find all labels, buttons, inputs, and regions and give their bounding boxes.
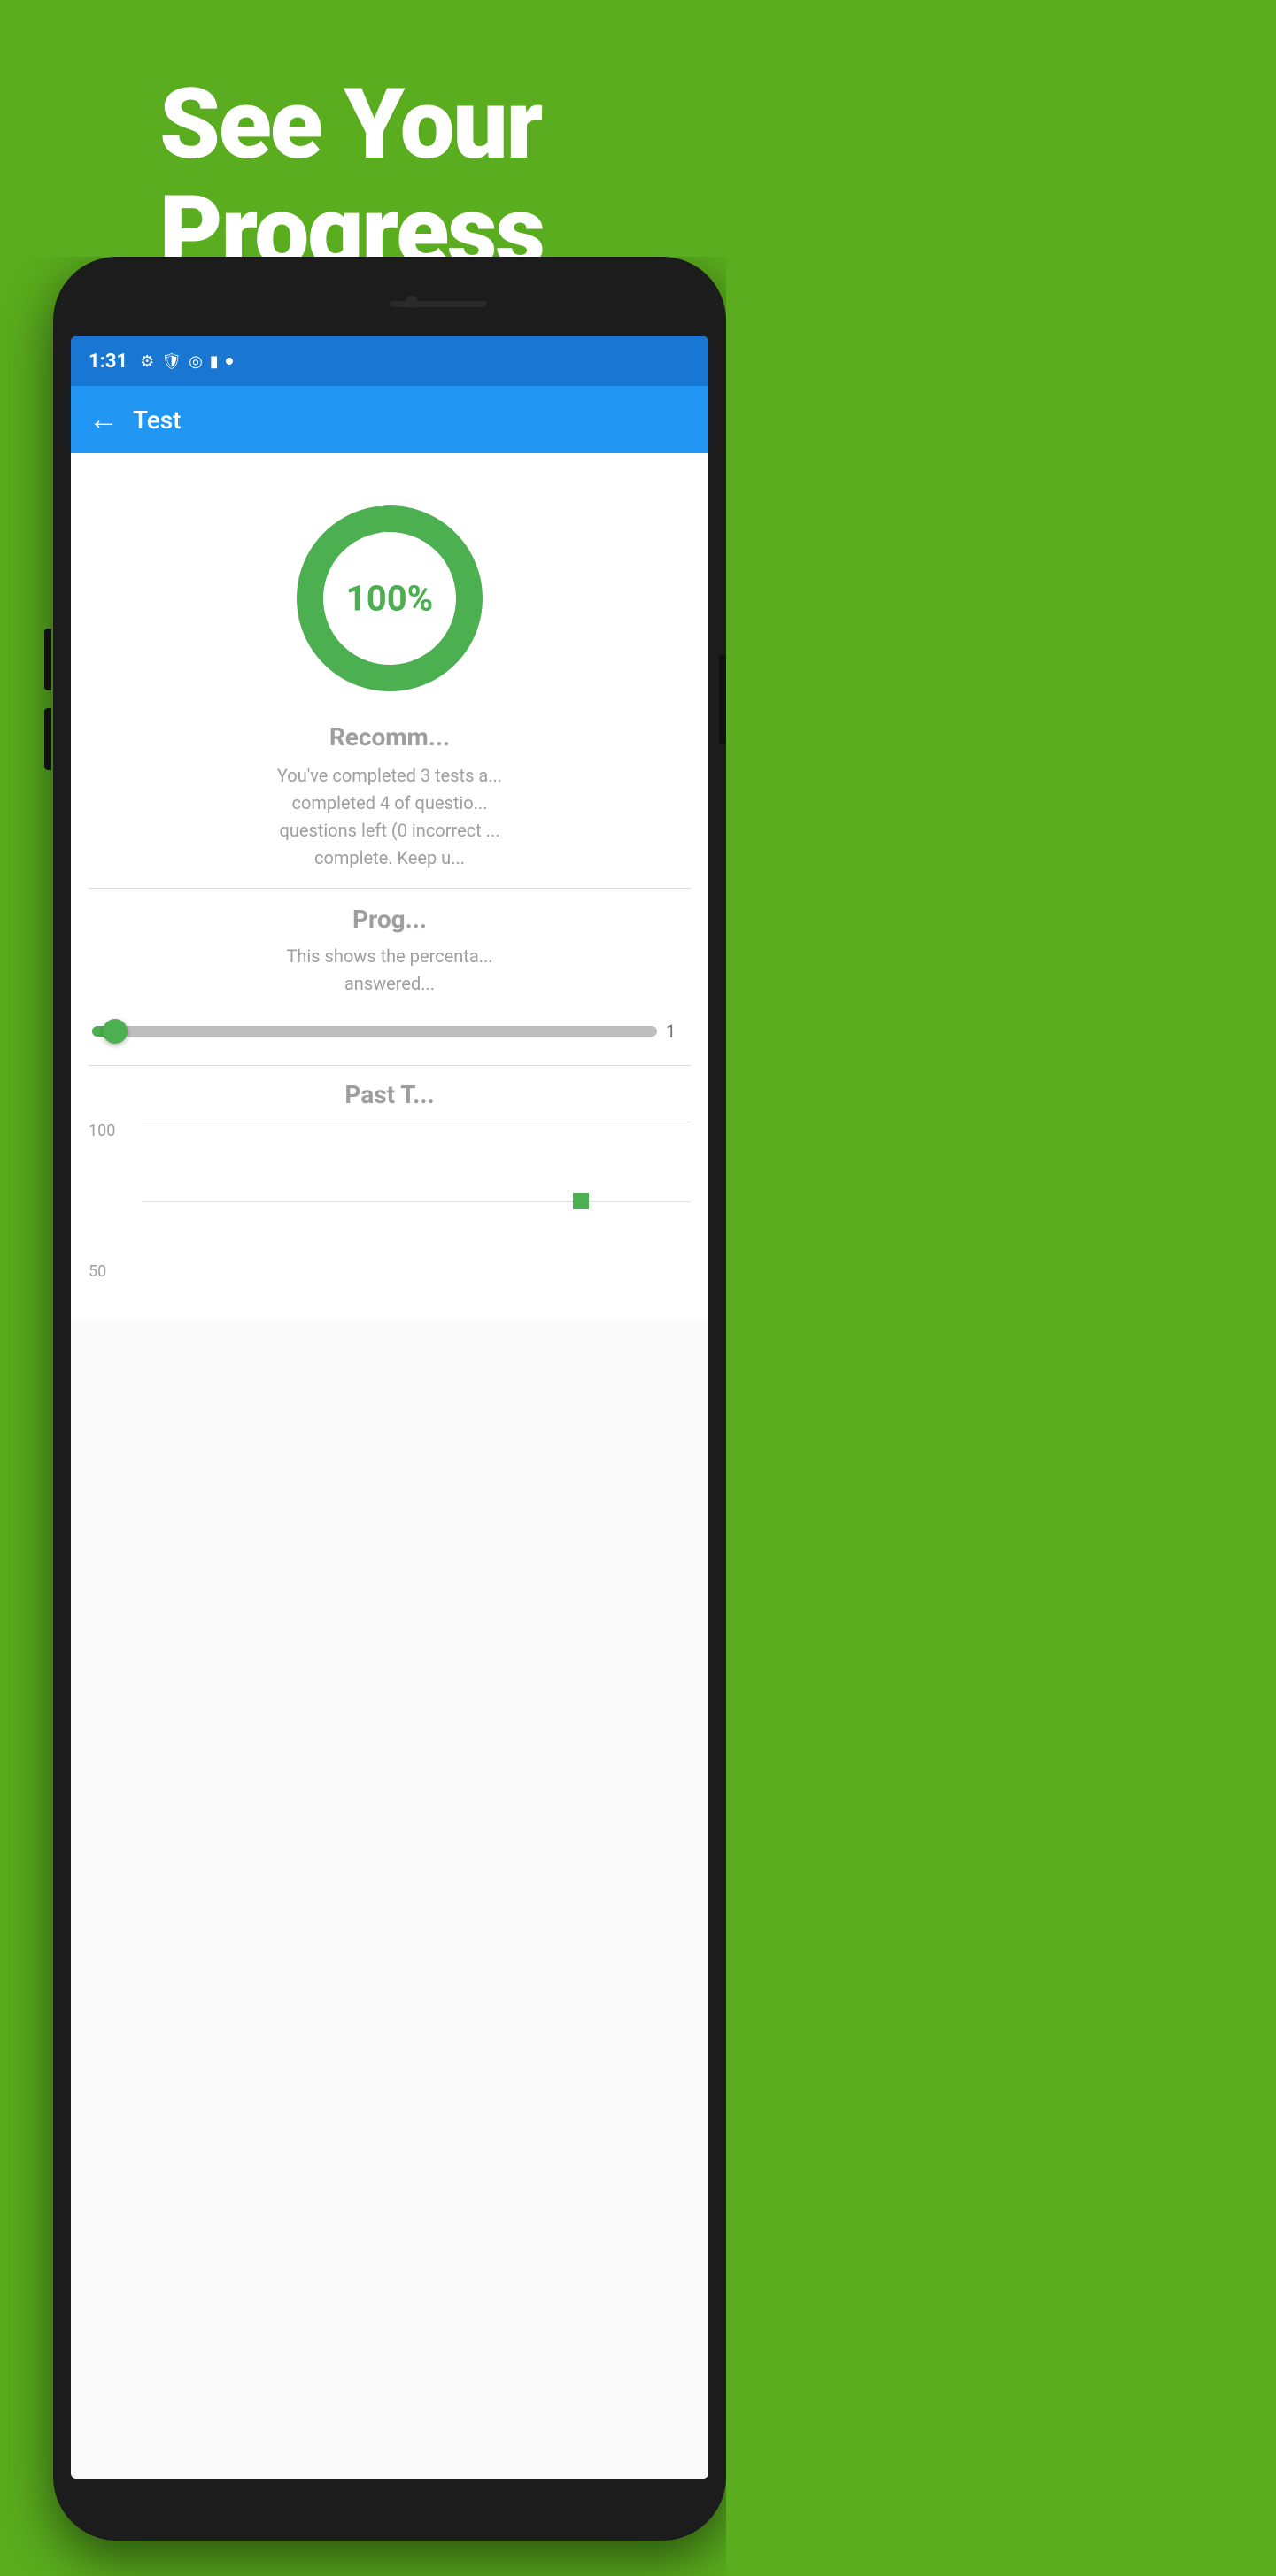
slider-thumb[interactable] [103,1019,128,1044]
phone-shell: 1:31 ⚙ 🛡 ◎ ▮ ← Test [53,257,726,2541]
status-time: 1:31 [89,351,128,373]
chart-y-axis: 100 50 [89,1122,115,1281]
donut-chart: 100% [283,492,496,705]
slider-track[interactable] [92,1026,657,1037]
hero-line1: See Your [159,71,544,178]
y-label-50: 50 [89,1262,115,1281]
shield-icon: 🛡 [161,352,182,371]
vol-down-button[interactable] [44,708,51,770]
recommendation-title: Recomm... [89,722,691,752]
battery-icon: ▮ [210,352,219,371]
past-tests-title: Past T... [89,1080,691,1109]
divider-2 [89,1065,691,1066]
phone-speaker [390,301,487,307]
app-bar: ← Test [71,386,708,453]
progress-description: This shows the percenta... answered... [89,943,691,998]
progress-section-title: Prog... [89,905,691,934]
donut-percentage: 100% [346,578,433,620]
recommendation-body: You've completed 3 tests a... completed … [89,762,691,872]
chart-area: 100 50 [89,1122,691,1299]
grid-line-mid [142,1201,691,1202]
y-label-100: 100 [89,1122,115,1140]
screen-content: 100% Recomm... You've completed 3 tests … [71,453,708,1320]
at-icon: ◎ [189,352,203,371]
phone-screen: 1:31 ⚙ 🛡 ◎ ▮ ← Test [71,336,708,2479]
chart-content [142,1122,691,1281]
power-button[interactable] [719,655,726,744]
hero-text: See Your Progress [159,71,544,285]
back-button[interactable]: ← [89,402,119,437]
vol-up-button[interactable] [44,629,51,690]
gear-icon: ⚙ [140,352,154,371]
progress-slider-row: 1 [89,1012,691,1051]
app-bar-title: Test [133,405,691,435]
status-bar: 1:31 ⚙ 🛡 ◎ ▮ [71,336,708,386]
phone-mockup: 1:31 ⚙ 🛡 ◎ ▮ ← Test [0,257,726,2576]
status-icons: ⚙ 🛡 ◎ ▮ [140,352,233,371]
divider-1 [89,888,691,889]
donut-chart-container: 100% [89,474,691,722]
dot-icon [226,358,233,365]
slider-value: 1 [666,1021,687,1042]
chart-dot [573,1193,589,1209]
